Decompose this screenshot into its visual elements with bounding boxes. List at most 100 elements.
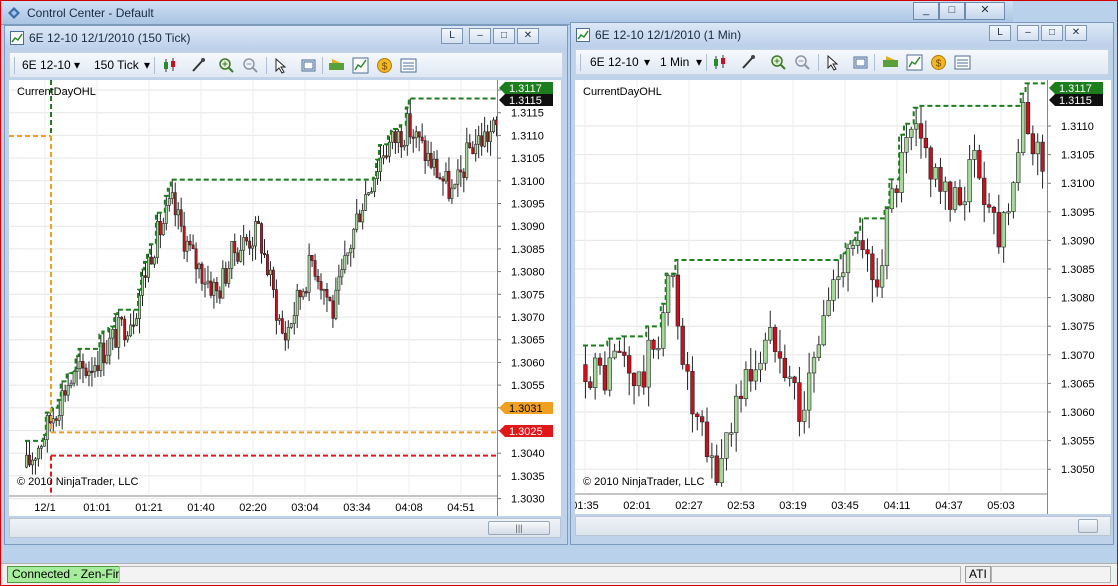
candle-body [402, 145, 406, 148]
drawing-tool-icon[interactable] [190, 57, 207, 74]
candle-body [307, 255, 311, 293]
minimize-button[interactable]: – [469, 28, 491, 44]
scrollbar-thumb[interactable]: ||| [488, 521, 550, 535]
close-button[interactable]: ✕ [1065, 25, 1087, 41]
scrollbar-thumb[interactable] [1078, 519, 1098, 533]
candle-down [865, 238, 870, 272]
candle-up [952, 181, 958, 213]
orders-coin-icon[interactable]: $ [930, 54, 947, 71]
close-button[interactable]: ✕ [517, 28, 539, 44]
instrument-selector[interactable]: 6E 12-10 [590, 54, 639, 71]
properties-icon[interactable] [852, 54, 869, 71]
strategy-icon[interactable] [882, 54, 899, 71]
drawing-tool-icon[interactable] [740, 54, 757, 71]
period-selector[interactable]: 150 Tick [94, 57, 139, 74]
chart-title-bar[interactable]: 6E 12-10 12/1/2010 (1 Min) L – □ ✕ [571, 23, 1113, 47]
candlestick-style-icon[interactable] [712, 54, 729, 71]
price-axis[interactable]: 1.31201.31151.31101.31051.31001.30951.30… [497, 80, 561, 574]
candle-body [188, 240, 192, 246]
price-axis[interactable]: 1.3110 1.3105 1.3100 1.3095 1.3090 1.3085 1.30… [1047, 80, 1111, 514]
chart-window-1-min[interactable]: 6E 12-10 12/1/2010 (1 Min) L – □ ✕ 6E 12… [570, 22, 1114, 545]
candle-up [295, 284, 299, 329]
candle-body [126, 335, 130, 341]
zoom-in-icon[interactable] [770, 54, 787, 71]
candle-body [656, 348, 661, 351]
link-button[interactable]: L [441, 28, 463, 44]
candle-body [352, 229, 356, 249]
price-chart[interactable]: 01:35 02:01 02:27 02:53 03:19 03:45 04:11 04:37… [571, 80, 1047, 514]
data-box-icon[interactable] [954, 54, 971, 71]
indicator-label: CurrentDayOHL [583, 86, 662, 98]
properties-icon[interactable] [300, 57, 317, 74]
candle-up [656, 336, 661, 360]
indicators-icon[interactable] [906, 54, 923, 71]
candle-up [724, 432, 729, 471]
candlestick-style-icon[interactable] [162, 57, 179, 74]
candle-down [996, 194, 1001, 254]
candle-down [313, 253, 317, 281]
price-chart[interactable]: 12/1 01:01 01:21 01:40 02:20 03:04 03:34 04:08 0… [9, 80, 501, 568]
candle-body [117, 316, 121, 348]
candle-body [593, 357, 598, 388]
horizontal-scrollbar[interactable]: ||| [9, 518, 561, 538]
zoom-out-icon[interactable] [242, 57, 259, 74]
candle-down [215, 277, 219, 303]
horizontal-scrollbar[interactable] [575, 516, 1111, 536]
zoom-out-icon[interactable] [794, 54, 811, 71]
candle-body [224, 268, 228, 284]
candle-up [492, 117, 495, 134]
candle-body [918, 123, 924, 139]
instrument-dropdown-icon[interactable]: ▾ [74, 57, 80, 74]
time-tick-label: 02:53 [727, 500, 755, 512]
close-button[interactable]: ✕ [965, 2, 1005, 20]
candle-body [393, 131, 397, 144]
strategy-icon[interactable] [328, 57, 345, 74]
candle-up [661, 303, 666, 357]
link-button[interactable]: L [989, 25, 1011, 41]
candle-down [209, 271, 213, 299]
zoom-in-icon[interactable] [218, 57, 235, 74]
chart-plot-area[interactable]: 12/1 01:01 01:21 01:40 02:20 03:04 03:34 04:08 0… [9, 80, 501, 568]
ati-indicator[interactable]: ATI [965, 566, 991, 583]
candle-up [729, 422, 734, 447]
period-dropdown-icon[interactable]: ▾ [696, 54, 702, 71]
pointer-cursor-icon[interactable] [824, 54, 841, 71]
maximize-button[interactable]: □ [493, 28, 515, 44]
chart-title-bar[interactable]: 6E 12-10 12/1/2010 (150 Tick) L – □ ✕ [5, 26, 567, 50]
data-box-icon[interactable] [400, 57, 417, 74]
minimize-button[interactable]: _ [913, 2, 939, 20]
price-badge-label: 1.3115 [1059, 95, 1092, 107]
candle-body [257, 221, 260, 224]
candle-down [468, 134, 472, 149]
candle-body [597, 357, 603, 366]
candle-up [450, 179, 454, 204]
maximize-button[interactable]: □ [939, 2, 965, 20]
candle-down [248, 230, 252, 256]
candle-body [982, 177, 987, 206]
orders-coin-icon[interactable]: $ [376, 57, 393, 74]
candle-body [382, 155, 385, 159]
price-tick-label: 1.3075 [1061, 321, 1095, 333]
candle-body [337, 276, 341, 291]
minimize-button[interactable]: – [1017, 25, 1039, 41]
candle-body [952, 187, 958, 210]
candle-body [763, 339, 768, 364]
pointer-cursor-icon[interactable] [272, 57, 289, 74]
candle-up [811, 351, 817, 393]
connection-status[interactable]: Connected - Zen-Fire [7, 566, 132, 583]
candle-up [665, 273, 671, 326]
candle-body [227, 268, 231, 284]
candle-up [612, 343, 617, 360]
chart-plot-area[interactable]: 01:35 02:01 02:27 02:53 03:19 03:45 04:11 04:37… [571, 80, 1047, 514]
period-dropdown-icon[interactable]: ▾ [144, 57, 150, 74]
instrument-dropdown-icon[interactable]: ▾ [644, 54, 650, 71]
period-selector[interactable]: 1 Min [660, 54, 689, 71]
candle-body [492, 119, 495, 132]
candle-body [787, 376, 792, 379]
indicators-icon[interactable] [352, 57, 369, 74]
instrument-selector[interactable]: 6E 12-10 [22, 57, 71, 74]
candle-down [704, 407, 710, 463]
maximize-button[interactable]: □ [1041, 25, 1063, 41]
chart-window-150-tick[interactable]: 6E 12-10 12/1/2010 (150 Tick) L – □ ✕ 6E… [4, 25, 568, 574]
candle-up [396, 129, 400, 154]
